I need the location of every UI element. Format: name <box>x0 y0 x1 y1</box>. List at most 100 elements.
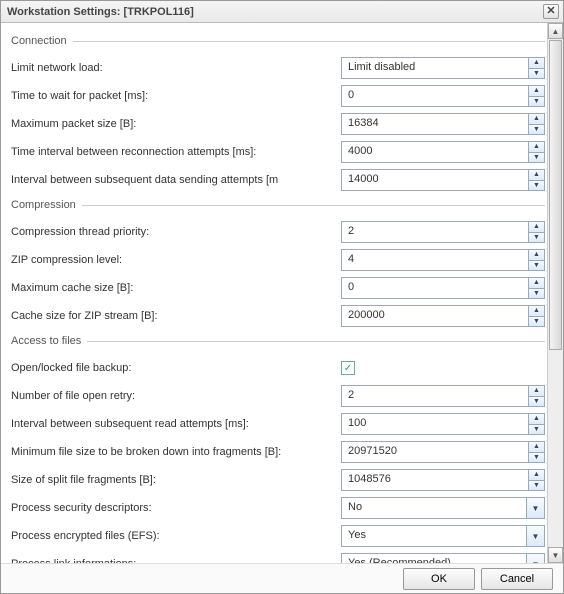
read-interval-field[interactable]: 100 ▲▼ <box>341 413 545 435</box>
sec-desc-label: Process security descriptors: <box>11 502 341 514</box>
spin-up-icon[interactable]: ▲ <box>528 470 544 481</box>
scroll-down-icon[interactable]: ▼ <box>548 547 563 563</box>
settings-panel: Connection Limit network load: Limit dis… <box>1 23 547 563</box>
divider <box>73 41 545 42</box>
scroll-thumb[interactable] <box>549 40 562 350</box>
split-size-label: Size of split file fragments [B]: <box>11 474 341 486</box>
limit-network-load-value: Limit disabled <box>342 58 528 78</box>
open-locked-checkbox[interactable]: ✓ <box>341 361 355 375</box>
split-size-value: 1048576 <box>342 470 528 490</box>
limit-network-load-field[interactable]: Limit disabled ▲▼ <box>341 57 545 79</box>
min-fragment-field[interactable]: 20971520 ▲▼ <box>341 441 545 463</box>
scroll-up-icon[interactable]: ▲ <box>548 23 563 39</box>
thread-priority-label: Compression thread priority: <box>11 226 341 238</box>
reconnect-interval-value: 4000 <box>342 142 528 162</box>
divider <box>87 341 545 342</box>
send-interval-label: Interval between subsequent data sending… <box>11 174 341 186</box>
ok-button[interactable]: OK <box>403 568 475 590</box>
spin-down-icon[interactable]: ▼ <box>528 69 544 79</box>
min-fragment-label: Minimum file size to be broken down into… <box>11 446 341 458</box>
efs-select[interactable]: Yes ▼ <box>341 525 545 547</box>
max-cache-value: 0 <box>342 278 528 298</box>
spin-down-icon[interactable]: ▼ <box>528 481 544 491</box>
open-locked-label: Open/locked file backup: <box>11 362 341 374</box>
section-files: Access to files <box>11 335 545 347</box>
thread-priority-field[interactable]: 2 ▲▼ <box>341 221 545 243</box>
thread-priority-value: 2 <box>342 222 528 242</box>
spin-down-icon[interactable]: ▼ <box>528 181 544 191</box>
spin-up-icon[interactable]: ▲ <box>528 386 544 397</box>
efs-value: Yes <box>342 526 526 546</box>
section-label: Access to files <box>11 335 87 347</box>
open-retry-value: 2 <box>342 386 528 406</box>
spin-up-icon[interactable]: ▲ <box>528 306 544 317</box>
spin-down-icon[interactable]: ▼ <box>528 233 544 243</box>
send-interval-field[interactable]: 14000 ▲▼ <box>341 169 545 191</box>
reconnect-interval-field[interactable]: 4000 ▲▼ <box>341 141 545 163</box>
spin-down-icon[interactable]: ▼ <box>528 125 544 135</box>
chevron-down-icon[interactable]: ▼ <box>526 526 544 546</box>
spin-down-icon[interactable]: ▼ <box>528 453 544 463</box>
sec-desc-select[interactable]: No ▼ <box>341 497 545 519</box>
close-button[interactable]: ✕ <box>543 4 559 19</box>
spin-down-icon[interactable]: ▼ <box>528 289 544 299</box>
spin-up-icon[interactable]: ▲ <box>528 250 544 261</box>
reconnect-interval-label: Time interval between reconnection attem… <box>11 146 341 158</box>
spin-up-icon[interactable]: ▲ <box>528 222 544 233</box>
split-size-field[interactable]: 1048576 ▲▼ <box>341 469 545 491</box>
max-cache-label: Maximum cache size [B]: <box>11 282 341 294</box>
efs-label: Process encrypted files (EFS): <box>11 530 341 542</box>
spin-up-icon[interactable]: ▲ <box>528 442 544 453</box>
link-value: Yes (Recommended) <box>342 554 526 563</box>
spin-up-icon[interactable]: ▲ <box>528 414 544 425</box>
spin-down-icon[interactable]: ▼ <box>528 317 544 327</box>
scroll-track[interactable] <box>548 351 563 547</box>
time-wait-packet-value: 0 <box>342 86 528 106</box>
spin-up-icon[interactable]: ▲ <box>528 142 544 153</box>
spin-down-icon[interactable]: ▼ <box>528 97 544 107</box>
read-interval-label: Interval between subsequent read attempt… <box>11 418 341 430</box>
spin-up-icon[interactable]: ▲ <box>528 278 544 289</box>
section-compression: Compression <box>11 199 545 211</box>
spin-up-icon[interactable]: ▲ <box>528 170 544 181</box>
zip-level-value: 4 <box>342 250 528 270</box>
cache-zip-label: Cache size for ZIP stream [B]: <box>11 310 341 322</box>
section-connection: Connection <box>11 35 545 47</box>
max-packet-size-label: Maximum packet size [B]: <box>11 118 341 130</box>
max-packet-size-field[interactable]: 16384 ▲▼ <box>341 113 545 135</box>
spin-up-icon[interactable]: ▲ <box>528 114 544 125</box>
chevron-down-icon[interactable]: ▼ <box>526 498 544 518</box>
check-icon: ✓ <box>344 363 352 374</box>
min-fragment-value: 20971520 <box>342 442 528 462</box>
spin-down-icon[interactable]: ▼ <box>528 425 544 435</box>
max-packet-size-value: 16384 <box>342 114 528 134</box>
link-label: Process link informations: <box>11 558 341 563</box>
max-cache-field[interactable]: 0 ▲▼ <box>341 277 545 299</box>
time-wait-packet-field[interactable]: 0 ▲▼ <box>341 85 545 107</box>
divider <box>82 205 545 206</box>
zip-level-label: ZIP compression level: <box>11 254 341 266</box>
cache-zip-field[interactable]: 200000 ▲▼ <box>341 305 545 327</box>
spin-up-icon[interactable]: ▲ <box>528 58 544 69</box>
spin-down-icon[interactable]: ▼ <box>528 261 544 271</box>
cache-zip-value: 200000 <box>342 306 528 326</box>
spin-down-icon[interactable]: ▼ <box>528 397 544 407</box>
read-interval-value: 100 <box>342 414 528 434</box>
zip-level-field[interactable]: 4 ▲▼ <box>341 249 545 271</box>
open-retry-field[interactable]: 2 ▲▼ <box>341 385 545 407</box>
time-wait-packet-label: Time to wait for packet [ms]: <box>11 90 341 102</box>
send-interval-value: 14000 <box>342 170 528 190</box>
cancel-button[interactable]: Cancel <box>481 568 553 590</box>
open-retry-label: Number of file open retry: <box>11 390 341 402</box>
section-label: Compression <box>11 199 82 211</box>
dialog-title: Workstation Settings: [TRKPOL116] <box>7 6 194 18</box>
spin-down-icon[interactable]: ▼ <box>528 153 544 163</box>
close-icon: ✕ <box>546 6 555 17</box>
spin-up-icon[interactable]: ▲ <box>528 86 544 97</box>
vertical-scrollbar[interactable]: ▲ ▼ <box>547 23 563 563</box>
limit-network-load-label: Limit network load: <box>11 62 341 74</box>
chevron-down-icon[interactable]: ▼ <box>526 554 544 563</box>
section-label: Connection <box>11 35 73 47</box>
link-select[interactable]: Yes (Recommended) ▼ <box>341 553 545 563</box>
sec-desc-value: No <box>342 498 526 518</box>
